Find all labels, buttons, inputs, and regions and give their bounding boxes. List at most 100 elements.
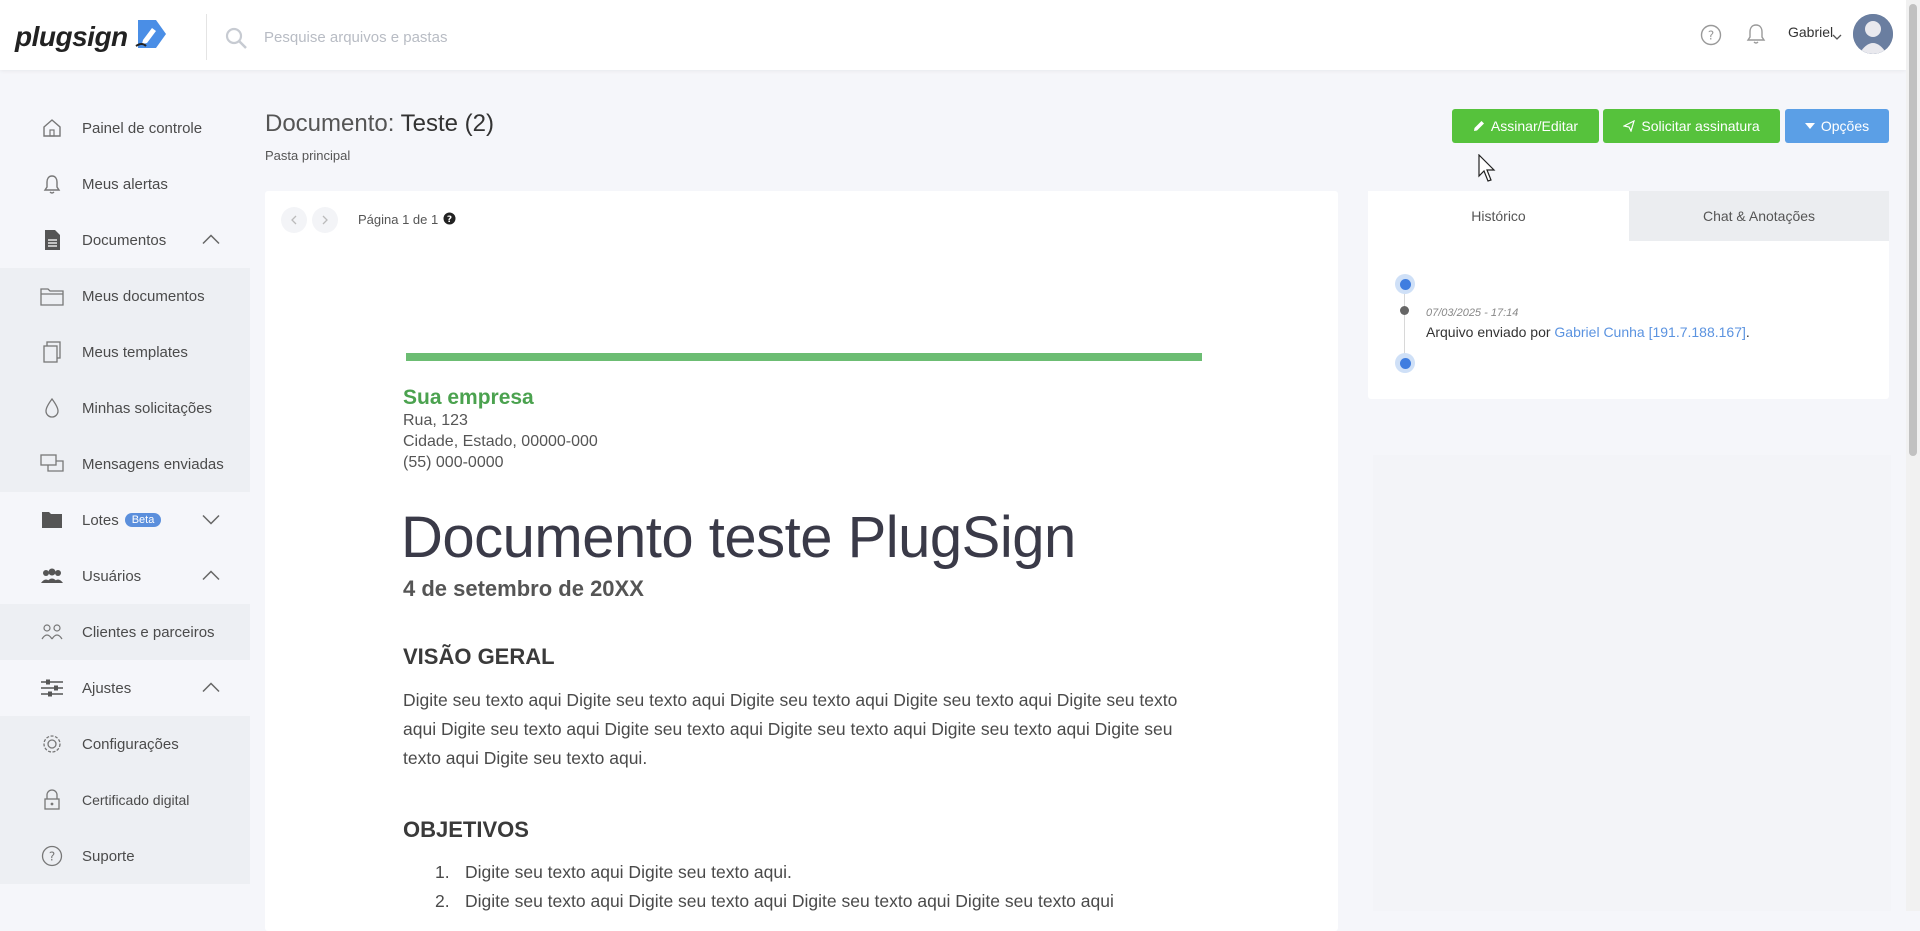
search-input[interactable] <box>262 24 766 50</box>
help-icon[interactable]: ? <box>1700 24 1722 51</box>
sidebar-item-label: Suporte <box>82 847 135 865</box>
sidebar-item-usuarios[interactable]: Usuários <box>0 548 250 604</box>
tab-history[interactable]: Histórico <box>1368 191 1629 241</box>
sign-edit-label: Assinar/Editar <box>1490 118 1579 134</box>
sidebar-item-meus-templates[interactable]: Meus templates <box>0 324 250 380</box>
sidebar-item-meus-documentos[interactable]: Meus documentos <box>0 268 250 324</box>
clients-icon <box>40 620 64 644</box>
document-date: 4 de setembro de 20XX <box>403 576 644 601</box>
address-line: Rua, 123 <box>403 412 468 429</box>
page-scrollbar[interactable] <box>1906 0 1920 911</box>
home-icon <box>40 116 64 140</box>
tab-chat-annotations[interactable]: Chat & Anotações <box>1629 191 1889 241</box>
section-heading: VISÃO GERAL <box>403 644 555 669</box>
pencil-icon <box>1473 121 1484 131</box>
sign-edit-button[interactable]: Assinar/Editar <box>1452 109 1599 143</box>
company-name: Sua empresa <box>403 386 534 409</box>
avatar[interactable] <box>1853 14 1893 54</box>
notifications-bell-icon[interactable] <box>1745 23 1767 50</box>
messages-icon <box>40 452 64 476</box>
user-name[interactable]: Gabriel <box>1788 24 1833 40</box>
sidebar-item-label: Meus templates <box>82 343 188 361</box>
gear-icon <box>40 732 64 756</box>
list-number: 1. <box>435 862 450 882</box>
sidebar-item-lotes[interactable]: Lotes Beta <box>0 492 250 548</box>
section-paragraph: Digite seu texto aqui Digite seu texto a… <box>403 690 1178 768</box>
sidebar-item-label: Certificado digital <box>82 792 190 808</box>
breadcrumb[interactable]: Pasta principal <box>265 148 350 163</box>
lock-icon <box>40 788 64 812</box>
logo-mark-icon <box>132 16 168 57</box>
list-item: 2. Digite seu texto aqui Digite seu texto… <box>403 891 1114 912</box>
document-heading: Documento teste PlugSign <box>401 505 1076 570</box>
top-bar: plugsign ? Gabriel <box>0 0 1906 70</box>
sidebar-item-label: Documentos <box>82 231 167 249</box>
search-icon[interactable] <box>224 26 248 55</box>
chevron-up-icon[interactable] <box>202 568 220 585</box>
event-timestamp: 07/03/2025 - 17:14 <box>1426 307 1519 319</box>
folder-filled-icon <box>40 508 64 532</box>
question-circle-icon[interactable]: ? <box>443 212 456 230</box>
address-line: Cidade, Estado, 00000-000 <box>403 433 598 450</box>
sidebar-item-label: Usuários <box>82 567 142 585</box>
sidebar-item-label: Mensagens enviadas <box>82 455 224 473</box>
sidebar-item-certificado-digital[interactable]: Certificado digital <box>0 772 250 828</box>
chevron-right-icon <box>322 215 328 225</box>
timeline-event-dot <box>1400 306 1409 315</box>
svg-text:?: ? <box>49 850 55 864</box>
sidebar-item-label: Meus documentos <box>82 287 205 305</box>
sidebar-item-label-lotes: Lotes Beta <box>82 512 162 529</box>
top-divider <box>206 14 207 60</box>
address-line: (55) 000-0000 <box>403 454 504 471</box>
svg-text:?: ? <box>1708 29 1714 43</box>
event-suffix: . <box>1745 324 1750 340</box>
request-signature-button[interactable]: Solicitar assinatura <box>1603 109 1780 143</box>
chevron-down-icon[interactable] <box>202 512 220 529</box>
scrollbar-thumb[interactable] <box>1909 4 1917 456</box>
sidebar-item-minhas-solicitacoes[interactable]: Minhas solicitações <box>0 380 250 436</box>
sidebar-item-ajustes[interactable]: Ajustes <box>0 660 250 716</box>
sidebar-item-clientes-parceiros[interactable]: Clientes e parceiros <box>0 604 250 660</box>
chevron-up-icon[interactable] <box>202 232 220 249</box>
sliders-icon <box>40 676 64 700</box>
right-panel-background <box>1373 455 1891 911</box>
sidebar-item-configuracoes[interactable]: Configurações <box>0 716 250 772</box>
drop-icon <box>40 396 64 420</box>
next-page-button[interactable] <box>312 207 338 233</box>
previous-page-button[interactable] <box>281 207 307 233</box>
logo-text: plugsign <box>15 20 128 52</box>
templates-icon <box>40 340 64 364</box>
logo[interactable]: plugsign <box>15 16 168 57</box>
chevron-up-icon[interactable] <box>202 680 220 697</box>
sidebar-item-alertas[interactable]: Meus alertas <box>0 156 250 212</box>
list-text: Digite seu texto aqui Digite seu texto a… <box>465 891 1114 911</box>
sidebar-item-documentos[interactable]: Documentos <box>0 212 250 268</box>
options-label: Opções <box>1820 118 1870 134</box>
sidebar-item-mensagens-enviadas[interactable]: Mensagens enviadas <box>0 436 250 492</box>
sidebar-item-painel[interactable]: Painel de controle <box>0 100 250 156</box>
options-button[interactable]: Opções <box>1785 109 1889 143</box>
sidebar-item-suporte[interactable]: ? Suporte <box>0 828 250 884</box>
svg-text:?: ? <box>447 215 452 225</box>
sidebar-item-label: Meus alertas <box>82 175 168 193</box>
caret-down-icon <box>1804 123 1815 129</box>
event-user-link[interactable]: Gabriel Cunha [191.7.188.167] <box>1554 324 1745 340</box>
timeline-start-dot <box>1395 274 1415 294</box>
timeline-end-dot <box>1395 353 1415 373</box>
event-description: Arquivo enviado por Gabriel Cunha [191.7… <box>1426 324 1750 340</box>
page-title-name: Teste (2) <box>400 110 495 137</box>
page-title-prefix: Documento: <box>265 110 395 137</box>
chevron-left-icon <box>291 215 297 225</box>
sidebar: Painel de controle Meus alertas Document… <box>0 100 250 884</box>
paper-plane-icon <box>1623 120 1636 132</box>
chevron-down-icon[interactable] <box>1832 28 1842 46</box>
help-icon: ? <box>40 844 64 868</box>
sidebar-item-label: Ajustes <box>82 679 132 697</box>
sidebar-item-label: Painel de controle <box>82 119 203 137</box>
users-icon <box>40 564 64 588</box>
document-header-rule <box>406 353 1202 361</box>
list-text: Digite seu texto aqui Digite seu texto a… <box>465 862 792 882</box>
section-heading: OBJETIVOS <box>403 817 529 842</box>
sidebar-item-label: Configurações <box>82 735 179 753</box>
page-title: Documento: Teste (2) <box>265 110 494 138</box>
